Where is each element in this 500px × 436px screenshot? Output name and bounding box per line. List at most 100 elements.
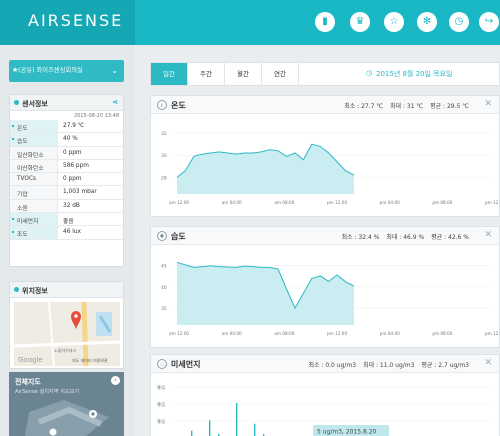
humidity-card: ♦ 습도 최소 : 32.4 % 최대 : 46.9 % 평균 : 42.6 %… [150,226,500,348]
y-tick-label: 32 [161,131,167,137]
y-tick-label: 좋음 [157,385,165,391]
humidity-chart[interactable]: 35 40 45 am 12:00 am 04:00 am 08:00 pm 12:00 pm… [151,245,500,347]
sensor-label: 조도 [10,226,58,239]
sensor-label: 기압 [10,186,58,199]
dust-icon: ∴ [157,359,167,369]
sensor-row: TVOCs 0 ppm [10,173,123,187]
star-icon[interactable]: ☆ [384,12,404,32]
whole-map-card[interactable]: 전체지도 AirSense 설치지역 지도보기 › [9,372,124,436]
panel-title: 위치정보 [10,282,123,298]
sensor-row: 미세먼지 좋음 [10,213,123,227]
card-stats: 최소 : 32.4 % 최대 : 46.9 % 평균 : 42.6 % [337,232,469,241]
sensor-info-panel: 센서정보 ⋖ 2015-08-20 13:48 온도 27.9 ℃ 습도 40 % 일산… [9,94,124,267]
temperature-chart[interactable]: 28 30 32 am 12:00 am 04:00 am 08:00 pm 12:00 pm… [151,114,500,216]
gear-icon[interactable]: ✻ [417,12,437,32]
location-map[interactable]: Google 노블하이테크 지도 데이터 이용약관 [14,302,120,366]
sensor-panel-title: 센서정보 [22,100,48,108]
x-tick-label: pm 08:00 [432,200,452,205]
stat-min: 최소 : 32.4 % [341,234,380,241]
alarm-clock-icon[interactable]: ◷ [449,12,469,32]
sensor-value: 좋음 [63,219,74,226]
x-tick-label: pm 12:00 [327,331,347,336]
close-icon[interactable]: ✕ [484,99,492,109]
share-icon[interactable]: ⋖ [112,98,118,106]
sidebar: ★ (공유) 와이즈센싱회의실 ⌄ 센서정보 ⋖ 2015-08-20 13:4… [0,45,135,436]
bar [254,423,256,436]
chevron-down-icon: ⌄ [111,66,118,75]
tab-weekly[interactable]: 주간 [188,63,225,85]
series-area [177,262,354,325]
y-tick-label: 좋음 [157,419,165,425]
trophy-icon[interactable]: ♛ [350,12,370,32]
bar [209,420,211,436]
location-panel: 위치정보 Google 노블하이테크 지도 데이터 이용약관 [9,281,124,369]
sensor-value: 40 % [63,136,78,143]
stat-max: 최대 : 31 ℃ [390,103,424,110]
x-tick-label: pm 08:00 [432,331,452,336]
x-tick-label: am 12:00 [169,200,189,205]
sensor-label: 소음 [10,199,58,213]
tab-monthly[interactable]: 월간 [225,63,262,85]
card-title: 온도 [171,101,186,110]
x-tick-label: am 04:00 [222,200,242,205]
y-tick-label: 40 [161,285,167,291]
whole-map-title: 전체지도 [15,378,41,386]
sensor-row: 습도 40 % [10,133,123,147]
sensor-row: 이산화탄소 586 ppm [10,159,123,174]
y-tick-label: 45 [161,264,167,270]
site-selector[interactable]: ★ (공유) 와이즈센싱회의실 ⌄ [9,60,124,82]
x-tick-label: pm 04:00 [380,331,400,336]
x-tick-label: pm 12:00 [327,200,347,205]
app-logo[interactable]: AIRSENSE [28,11,123,30]
sensor-row: 조도 46 lux [10,226,123,240]
card-header: ♦ 습도 최소 : 32.4 % 최대 : 46.9 % 평균 : 42.6 %… [151,227,499,245]
current-date[interactable]: 2015년 8월 20일 목요일 [376,69,453,79]
logo-area: AIRSENSE [0,0,135,45]
sensor-value: 32 dB [63,202,80,209]
bar [236,403,238,436]
x-tick-label: pm 04:00 [380,200,400,205]
stat-avg: 평균 : 42.6 % [431,234,469,241]
close-icon[interactable]: ✕ [484,358,492,368]
bar-chart-icon[interactable]: ▮ [315,12,335,32]
sensor-label: 습도 [10,133,58,146]
sensor-row: 온도 27.9 ℃ [10,120,123,134]
card-title: 습도 [171,232,186,241]
card-header: ı 온도 최소 : 27.7 ℃ 최대 : 31 ℃ 평균 : 29.5 ℃ ✕ [151,96,499,114]
sensor-table: 온도 27.9 ℃ 습도 40 % 일산화탄소 0 ppm 이산화탄소 586 ppm TVOC… [10,120,123,240]
sensor-value: 46 lux [63,229,81,236]
tab-daily[interactable]: 일간 [151,63,188,85]
google-logo: Google [18,356,43,364]
bar [191,430,193,436]
card-header: ∴ 미세먼지 최소 : 0.0 ug/m3 최대 : 11.0 ug/m3 평균… [151,355,499,373]
close-icon[interactable]: ✕ [484,230,492,240]
y-tick-label: 35 [161,306,167,312]
sensor-value: 27.9 ℃ [63,123,85,129]
panel-title: 센서정보 ⋖ [10,95,123,111]
sensor-row: 기압 1,003 mbar [10,186,123,200]
y-tick-label: 28 [161,175,167,181]
sensor-label: 일산화탄소 [10,146,58,159]
stat-avg: 평균 : 29.5 ℃ [430,103,469,110]
stat-min: 최소 : 0.0 ug/m3 [308,362,357,369]
sensor-label: 이산화탄소 [10,159,58,173]
stat-min: 최소 : 27.7 ℃ [344,103,384,110]
top-header: AIRSENSE ▮ ♛ ☆ ✻ ◷ ↪ [0,0,500,45]
main-content: 일간 주간 월간 연간 ◷ 2015년 8월 20일 목요일 ı 온도 최소 :… [135,45,500,436]
calendar-icon[interactable]: ◷ [366,69,372,77]
tab-yearly[interactable]: 연간 [262,63,299,85]
chevron-right-icon: › [111,376,120,385]
fine-dust-chart[interactable]: 좋음좋음좋음5 ug/m3, 2015.8.20 [151,373,499,436]
stat-max: 최대 : 11.0 ug/m3 [363,362,415,369]
star-icon: ★ [12,66,19,74]
logout-icon[interactable]: ↪ [479,12,499,32]
site-label: (공유) 와이즈센싱회의실 [18,67,83,74]
stat-avg: 평균 : 2.7 ug/m3 [421,362,469,369]
sensor-label: 온도 [10,120,58,133]
temperature-card: ı 온도 최소 : 27.7 ℃ 최대 : 31 ℃ 평균 : 29.5 ℃ ✕… [150,95,500,217]
x-tick-label: am 08:00 [274,331,294,336]
y-tick-label: 30 [161,153,167,159]
tooltip-text: 5 ug/m3, 2015.8.20 [317,429,377,436]
bullet-icon [14,287,19,292]
sensor-value: 586 ppm [63,162,89,169]
